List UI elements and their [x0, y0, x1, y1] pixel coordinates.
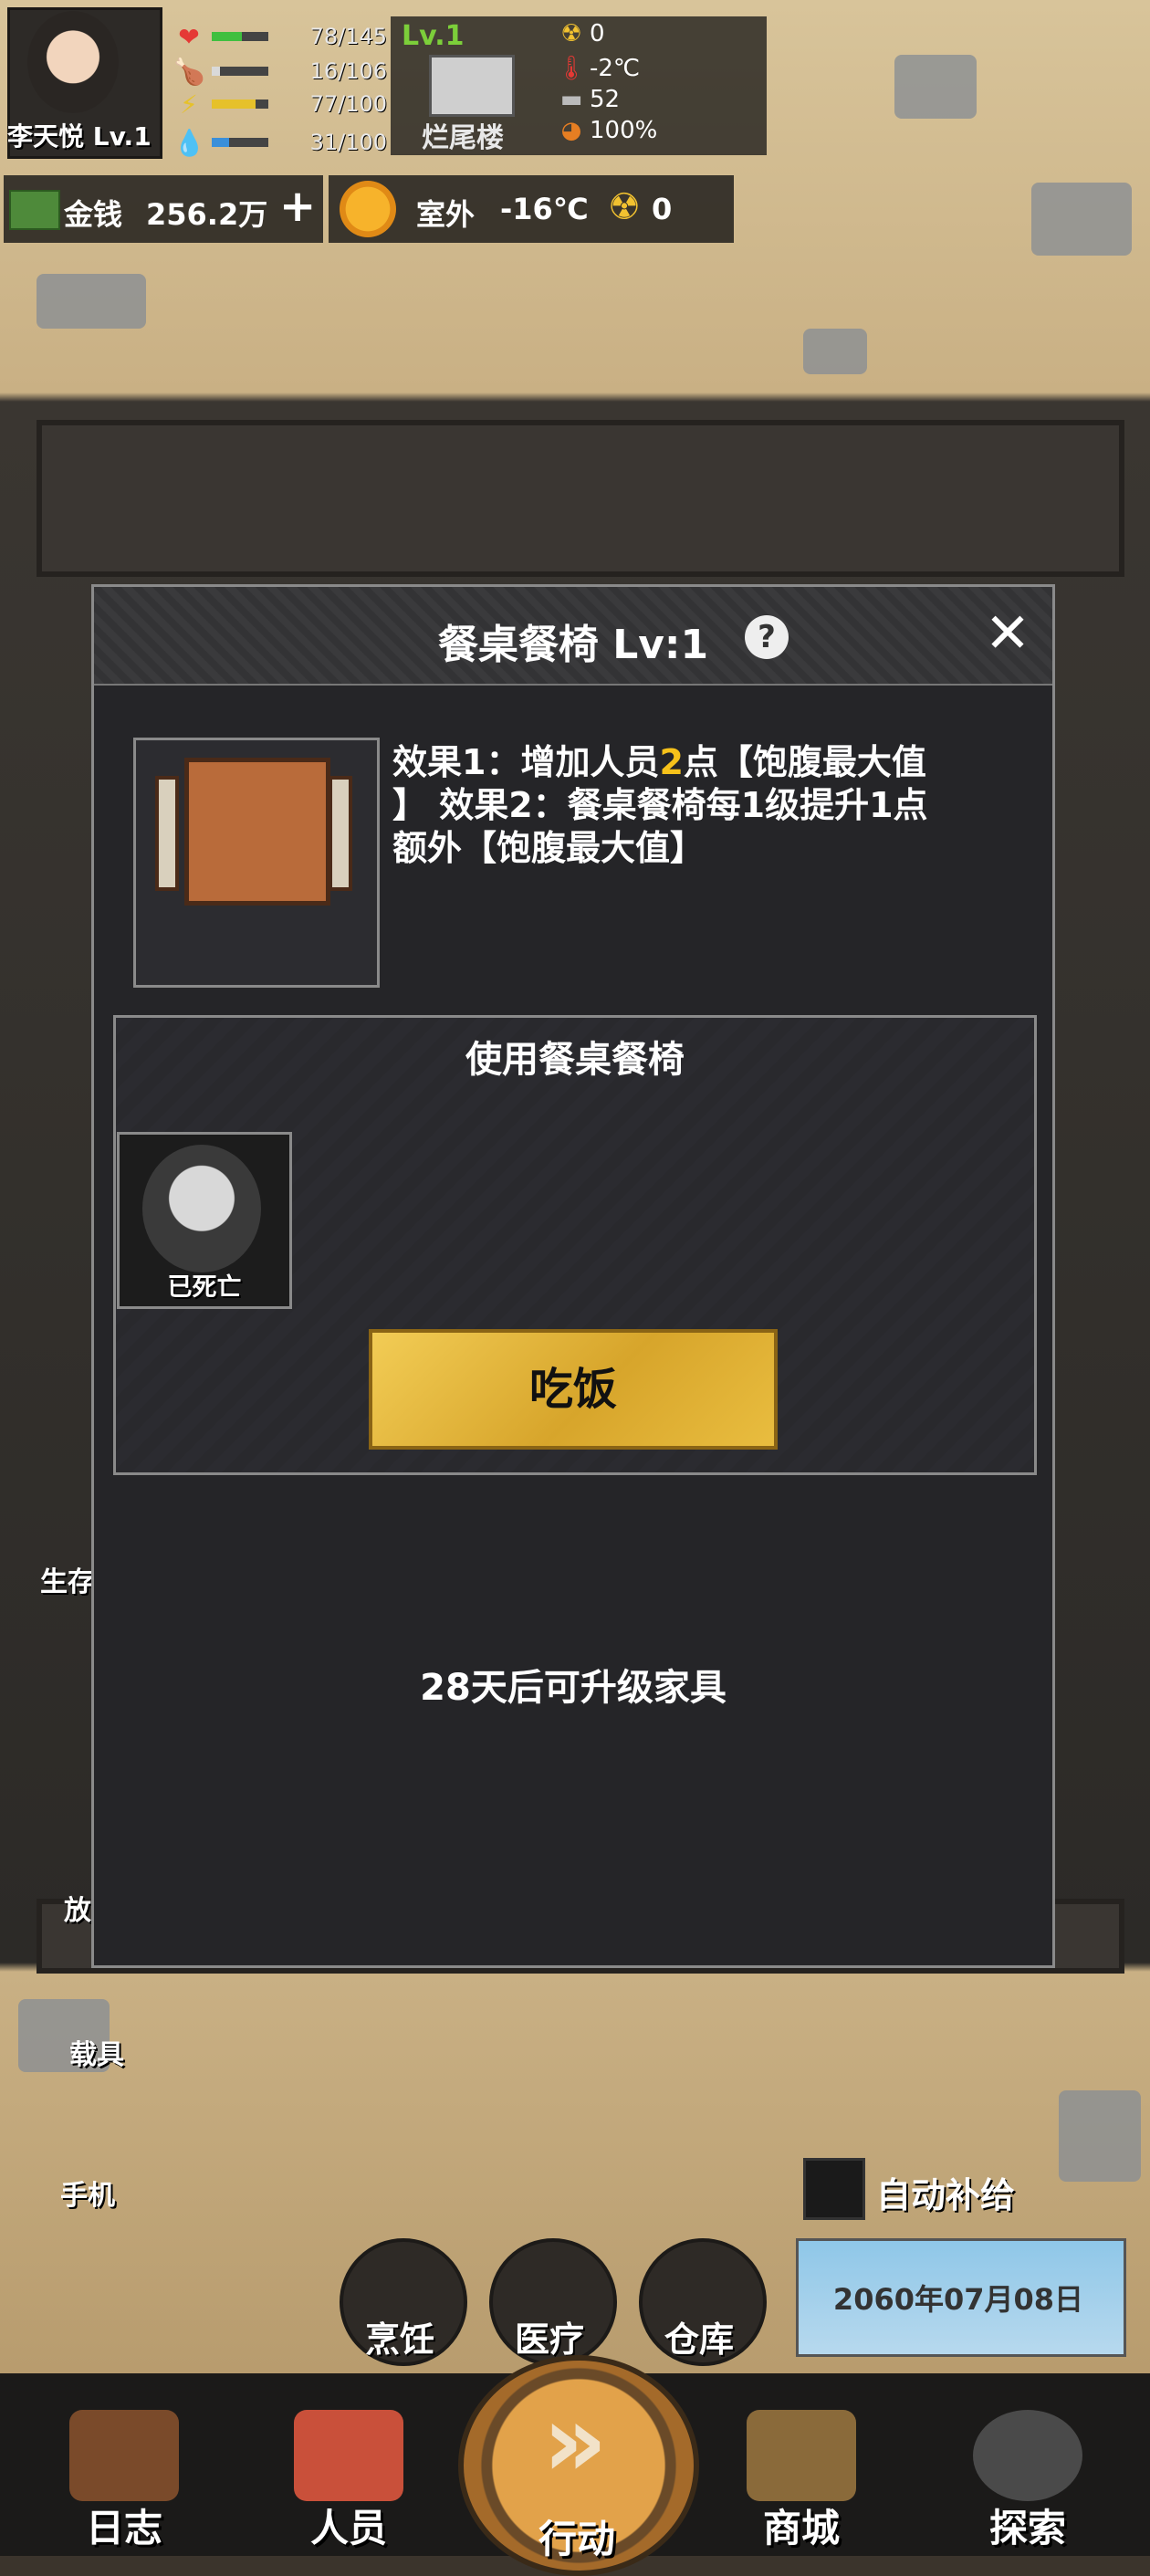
- building-floor-top: [37, 420, 1124, 577]
- radiation-icon: ☢: [560, 20, 582, 47]
- fast-forward-icon: »: [542, 2382, 608, 2499]
- base-radiation-value: 0: [590, 20, 605, 47]
- base-level: Lv.1: [402, 20, 465, 52]
- storage-label: 仓库: [664, 2319, 734, 2360]
- upgrade-countdown: 28天后可升级家具: [420, 1667, 727, 1709]
- water-bar: [212, 138, 268, 147]
- base-name: 烂尾楼: [422, 122, 504, 154]
- nav-log[interactable]: 日志: [51, 2497, 197, 2553]
- player-name: 李天悦 Lv.1: [7, 121, 152, 152]
- stat-health: ❤ 78/145: [173, 21, 387, 52]
- dining-table-icon: [184, 758, 330, 906]
- compass-icon: [973, 2410, 1082, 2501]
- furniture-effect-description: 效果1：增加人员2点【饱腹最大值 】 效果2：餐桌餐椅每1级提升1点 额外【饱腹…: [392, 741, 1031, 870]
- money-value: 256.2万: [146, 197, 268, 232]
- member-portrait: [142, 1145, 261, 1272]
- phone-button[interactable]: 手机: [60, 2173, 115, 2213]
- effect-line-1: 效果1：增加人员2点【饱腹最大值: [392, 742, 926, 782]
- health-bar: [212, 32, 268, 41]
- pie-icon: ◕: [560, 117, 582, 144]
- current-date: 2060年07月08日: [832, 2282, 1084, 2317]
- eat-button[interactable]: 吃饭: [369, 1329, 778, 1450]
- energy-bar: [212, 99, 268, 109]
- member-status: 已死亡: [167, 1273, 242, 1302]
- building-icon: [429, 55, 515, 117]
- base-defense: ▬ 52: [553, 86, 620, 113]
- dialog-title: 餐桌餐椅 Lv:1: [437, 622, 709, 668]
- money-label: 金钱: [64, 197, 123, 232]
- money-icon: [9, 190, 60, 230]
- health-value: 78/145: [309, 24, 387, 49]
- help-icon[interactable]: ?: [745, 615, 789, 659]
- side-label-place[interactable]: 放: [64, 1888, 91, 1928]
- shield-icon: ▬: [559, 86, 583, 113]
- energy-value: 77/100: [309, 91, 387, 117]
- use-furniture-title: 使用餐桌餐椅: [465, 1039, 685, 1081]
- auto-supply-label: 自动补给: [876, 2175, 1016, 2215]
- heart-icon: ❤: [178, 21, 200, 52]
- log-book-icon: [69, 2410, 179, 2501]
- stat-satiety: 🍗 16/106: [173, 56, 387, 87]
- chair-left-icon: [155, 776, 179, 891]
- medical-label: 医疗: [514, 2319, 584, 2360]
- side-label-survive[interactable]: 生存: [40, 1559, 95, 1599]
- auto-supply-checkbox[interactable]: [803, 2158, 865, 2220]
- outside-label: 室外: [416, 197, 476, 232]
- sun-icon: [340, 181, 396, 237]
- base-integrity-value: 100%: [590, 117, 658, 144]
- energy-icon: ⚡: [180, 89, 198, 120]
- chair-right-icon: [329, 776, 352, 891]
- basket-icon: [747, 2410, 856, 2501]
- nav-explore[interactable]: 探索: [955, 2497, 1101, 2553]
- water-value: 31/100: [309, 130, 387, 155]
- effect-line-2: 】 效果2：餐桌餐椅每1级提升1点: [392, 785, 928, 825]
- add-money-button[interactable]: +: [279, 183, 316, 230]
- base-radiation: ☢ 0: [553, 20, 605, 47]
- satiety-bar: [212, 67, 268, 76]
- water-icon: 💧: [173, 127, 205, 158]
- base-temperature: 🌡 -2℃: [553, 55, 640, 82]
- player-portrait: [27, 11, 119, 113]
- base-integrity: ◕ 100%: [553, 117, 658, 144]
- thermometer-icon: 🌡: [556, 55, 587, 82]
- effect-line-3: 额外【饱腹最大值】: [392, 828, 706, 868]
- stat-energy: ⚡ 77/100: [173, 89, 387, 120]
- outside-temperature: -16℃: [500, 192, 589, 226]
- food-icon: 🍗: [173, 56, 205, 87]
- stat-water: 💧 31/100: [173, 127, 387, 158]
- nav-shop[interactable]: 商城: [728, 2497, 874, 2553]
- base-temperature-value: -2℃: [590, 55, 641, 82]
- close-icon[interactable]: ✕: [980, 606, 1035, 661]
- outside-radiation: 0: [652, 192, 673, 226]
- id-card-icon: [294, 2410, 403, 2501]
- radiation-icon: ☢: [608, 186, 641, 228]
- vehicle-button[interactable]: 载具: [69, 2032, 124, 2072]
- cook-label: 烹饪: [364, 2319, 434, 2360]
- satiety-value: 16/106: [309, 58, 387, 84]
- base-defense-value: 52: [590, 86, 621, 113]
- nav-members[interactable]: 人员: [276, 2497, 422, 2553]
